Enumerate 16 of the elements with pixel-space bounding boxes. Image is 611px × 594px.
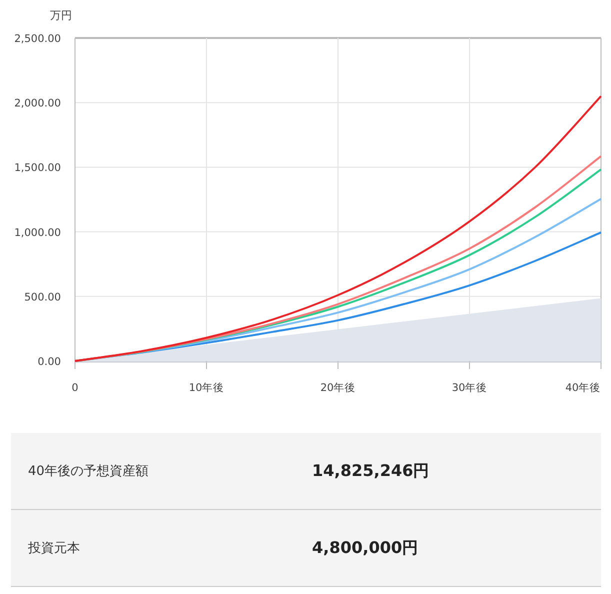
y-tick-label: 2,500.00: [14, 33, 61, 45]
y-tick-label: 500.00: [24, 291, 61, 304]
summary-value: 14,825,246円: [312, 460, 430, 482]
y-axis-unit: 万円: [50, 9, 72, 22]
summary-value: 4,800,000円: [312, 538, 418, 558]
summary-label: 投資元本: [28, 540, 80, 557]
y-tick-label: 1,000.00: [14, 226, 61, 239]
x-tick-label: 40年後: [565, 382, 601, 394]
x-tick-label: 30年後: [452, 382, 488, 394]
x-tick-label: 0: [72, 382, 78, 394]
y-tick-label: 2,000.00: [14, 98, 61, 110]
summary-label: 40年後の予想資産額: [28, 463, 149, 480]
y-tick-label: 1,500.00: [14, 162, 61, 174]
y-tick-label: 0.00: [38, 356, 61, 368]
x-tick-label: 10年後: [188, 382, 224, 394]
x-tick-label: 20年後: [320, 382, 356, 394]
